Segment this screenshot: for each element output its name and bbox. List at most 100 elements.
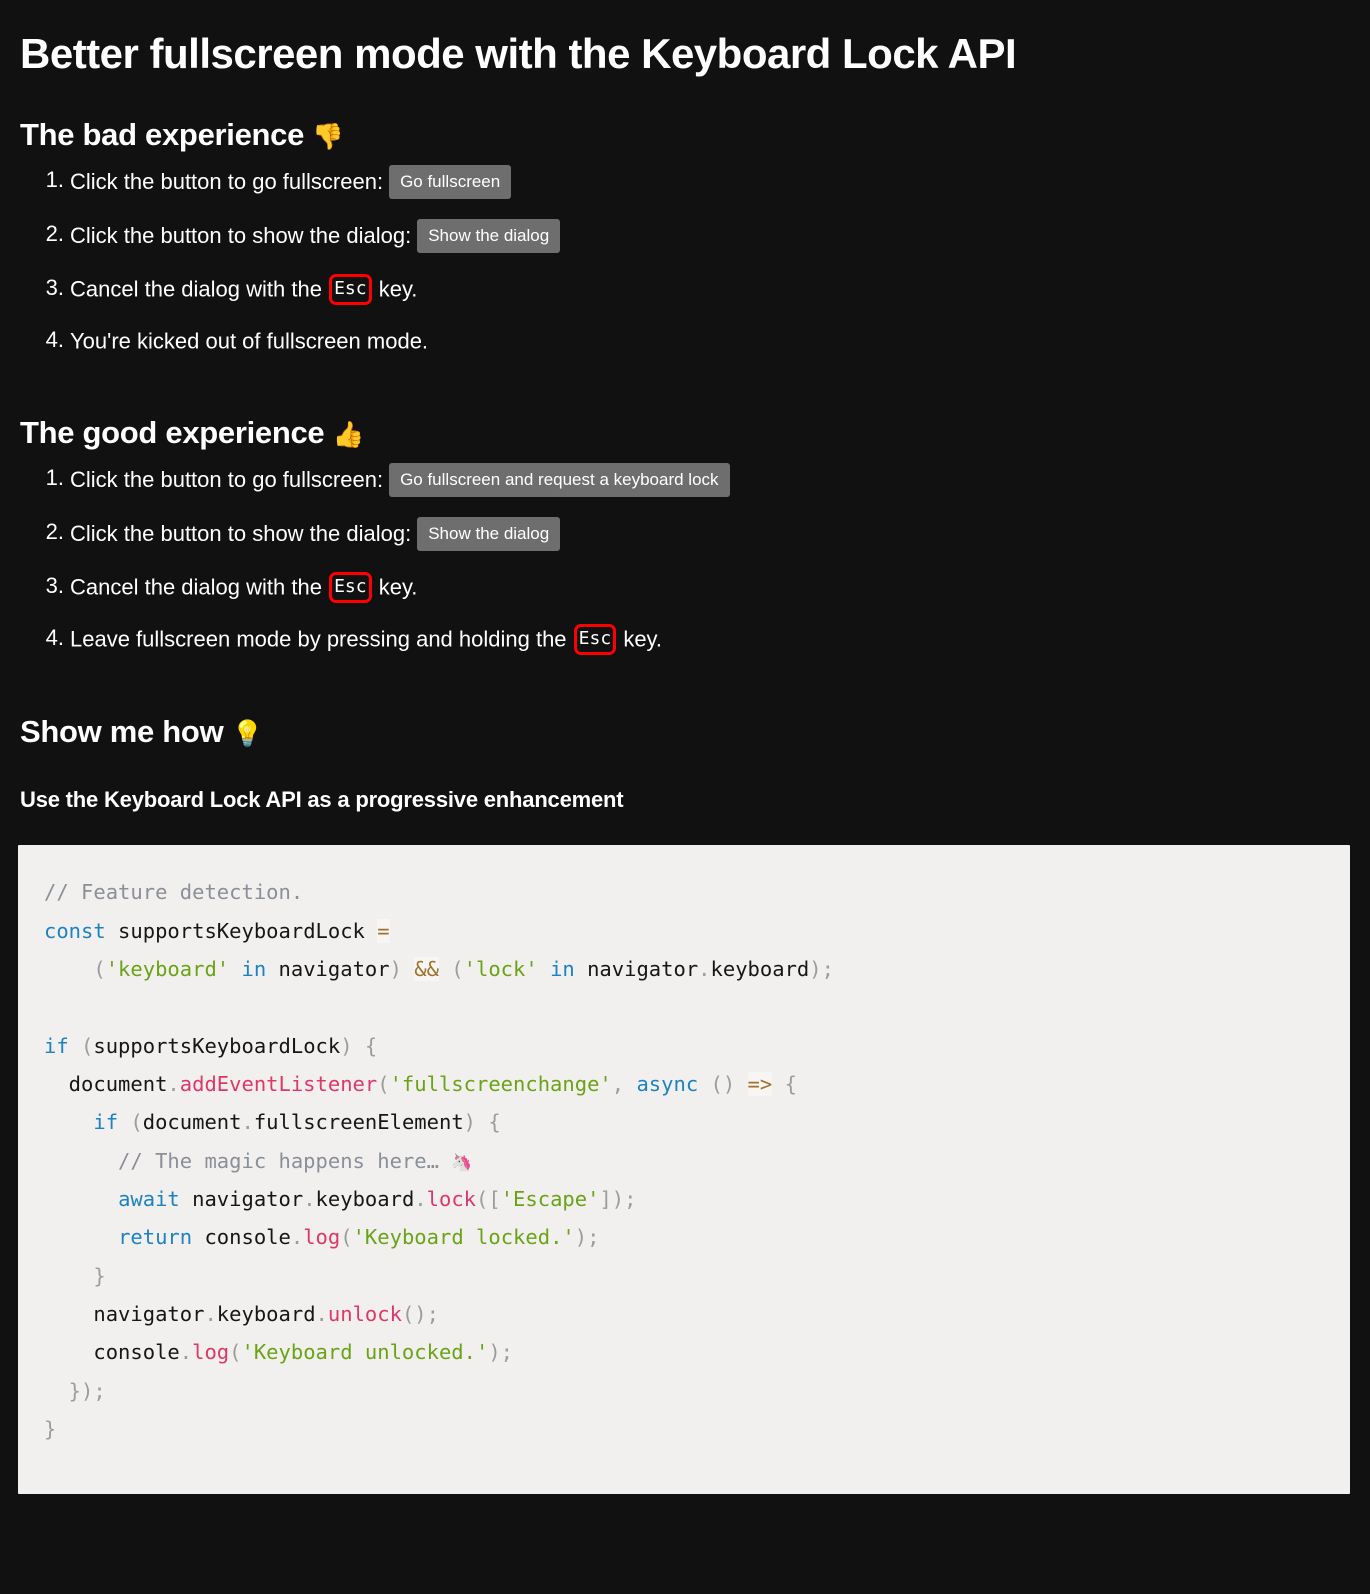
code-token: navigator: [574, 957, 699, 982]
code-token: .: [303, 1187, 316, 1212]
code-token: );: [488, 1340, 514, 1365]
code-token: .: [241, 1110, 254, 1135]
code-token: }: [44, 1417, 57, 1442]
code-token: return: [118, 1225, 193, 1250]
list-item: You're kicked out of fullscreen mode.: [38, 325, 1350, 356]
escape-key-badge: Esc: [573, 623, 617, 655]
escape-key-badge: Esc: [329, 274, 372, 306]
code-token: log: [192, 1340, 230, 1365]
code-token: {: [772, 1072, 797, 1097]
code-token: console: [44, 1340, 180, 1365]
section-heading-bad-label: The bad experience: [20, 117, 305, 153]
code-token: log: [303, 1225, 341, 1250]
section-heading-how-label: Show me how: [20, 713, 224, 749]
code-token: (: [438, 957, 464, 982]
code-token: }: [44, 1263, 106, 1288]
list-item: Click the button to go fullscreen: Go ful…: [38, 165, 1350, 200]
escape-key-badge: Esc: [329, 572, 372, 604]
code-token: async: [636, 1072, 699, 1097]
code-token: .: [698, 957, 711, 982]
thumbs-up-emoji: 👍: [332, 419, 365, 450]
code-token: fullscreenElement: [253, 1110, 464, 1135]
steps-list-bad: Click the button to go fullscreen: Go ful…: [0, 165, 1370, 356]
code-token: await: [118, 1187, 180, 1212]
code-token: addEventListener: [179, 1072, 378, 1097]
step-text-before: Leave fullscreen mode by pressing and ho…: [70, 626, 567, 652]
code-token: =: [377, 918, 390, 943]
code-token: 'Keyboard locked.': [352, 1225, 575, 1250]
step-text: Click the button to go fullscreen:: [70, 467, 384, 493]
code-token: .: [179, 1340, 193, 1365]
code-token: console: [192, 1225, 291, 1250]
subsection-heading: Use the Keyboard Lock API as a progressi…: [20, 786, 624, 812]
code-token: supportsKeyboardLock: [105, 918, 378, 943]
code-token: const: [44, 918, 106, 943]
step-text: Click the button to go fullscreen:: [70, 169, 384, 195]
code-token: .: [204, 1302, 217, 1327]
show-the-dialog-button[interactable]: Show the dialog: [417, 219, 561, 254]
code-token: (: [68, 1033, 94, 1058]
go-fullscreen-keyboard-lock-button[interactable]: Go fullscreen and request a keyboard loc…: [389, 463, 730, 498]
step-text-after: key.: [378, 574, 418, 600]
list-item: Cancel the dialog with the Esc key.: [38, 273, 1350, 306]
page-root: Better fullscreen mode with the Keyboard…: [0, 0, 1370, 1594]
code-token: &&: [414, 957, 439, 982]
code-token: navigator: [266, 957, 390, 982]
step-text: Click the button to show the dialog:: [70, 521, 412, 547]
steps-list-good: Click the button to go fullscreen: Go ful…: [0, 463, 1370, 655]
section-heading-bad: The bad experience 👎: [0, 78, 1370, 153]
code-token: unlock: [327, 1302, 402, 1327]
page-title: Better fullscreen mode with the Keyboard…: [20, 30, 1017, 77]
step-text: You're kicked out of fullscreen mode.: [70, 328, 429, 354]
list-item: Leave fullscreen mode by pressing and ho…: [38, 623, 1350, 655]
code-block: // Feature detection. const supportsKeyb…: [18, 845, 1350, 1495]
code-content: // Feature detection. const supportsKeyb…: [44, 873, 1320, 1448]
code-token: // The magic happens here…: [44, 1148, 452, 1173]
code-token: );: [809, 957, 834, 982]
section-heading-how: Show me how 💡: [0, 675, 1370, 750]
code-token: });: [44, 1378, 106, 1403]
code-token: .: [414, 1187, 427, 1212]
code-token: .: [315, 1302, 328, 1327]
code-token: ();: [401, 1302, 439, 1327]
code-token: (: [44, 957, 106, 982]
code-token: .: [167, 1072, 180, 1097]
section-heading-good-label: The good experience: [20, 415, 325, 451]
code-token: if: [44, 1033, 69, 1058]
step-text-before: Cancel the dialog with the: [70, 276, 322, 302]
thumbs-down-emoji: 👎: [312, 121, 344, 152]
code-token: 'fullscreenchange': [389, 1072, 612, 1097]
code-token: (: [229, 1340, 242, 1365]
code-token: 'lock': [463, 957, 538, 982]
code-token: (: [377, 1072, 390, 1097]
code-token: document: [142, 1110, 242, 1135]
code-token: ]);: [599, 1187, 637, 1212]
go-fullscreen-button[interactable]: Go fullscreen: [389, 165, 512, 200]
list-item: Click the button to go fullscreen: Go ful…: [38, 463, 1350, 498]
code-token: keyboard: [315, 1187, 415, 1212]
code-token: document: [44, 1072, 168, 1097]
code-token: (): [698, 1072, 736, 1097]
list-item: Cancel the dialog with the Esc key.: [38, 571, 1350, 604]
code-token: supportsKeyboardLock: [93, 1033, 341, 1058]
code-token: 'Escape': [500, 1187, 600, 1212]
code-token: if: [93, 1110, 119, 1135]
step-text: Click the button to show the dialog:: [70, 223, 412, 249]
code-token: ,: [611, 1072, 637, 1097]
code-token: lock: [426, 1187, 477, 1212]
code-token: );: [574, 1225, 600, 1250]
code-token: (: [118, 1110, 143, 1135]
code-token: ) {: [463, 1110, 501, 1135]
code-token: // Feature detection.: [44, 880, 304, 905]
code-token: navigator: [44, 1302, 205, 1327]
code-token: (: [340, 1225, 353, 1250]
show-the-dialog-button[interactable]: Show the dialog: [417, 517, 561, 552]
code-token: 'Keyboard unlocked.': [241, 1340, 489, 1365]
step-text-after: key.: [623, 626, 663, 652]
light-bulb-emoji: 💡: [231, 717, 264, 748]
